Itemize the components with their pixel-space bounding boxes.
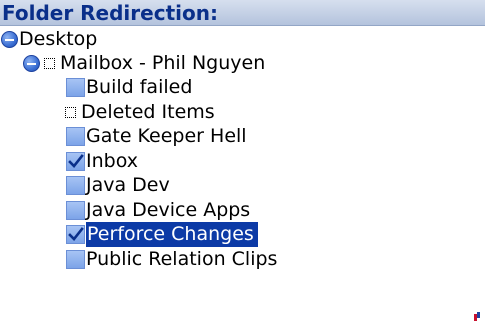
folder-label: Public Relation Clips <box>86 248 278 270</box>
folder-label: Deleted Items <box>81 101 215 123</box>
checkbox-checked[interactable] <box>66 225 85 244</box>
title-bar: Folder Redirection: <box>0 0 485 26</box>
folder-label: Java Device Apps <box>86 199 251 221</box>
folder-item[interactable]: Gate Keeper Hell <box>66 124 247 149</box>
tree-item-mailbox[interactable]: Mailbox - Phil Nguyen <box>23 51 265 76</box>
checkbox[interactable] <box>66 201 85 220</box>
folder-label: Perforce Changes <box>86 222 258 247</box>
folder-item[interactable]: Deleted Items <box>62 100 215 125</box>
collapse-minus-icon[interactable] <box>23 55 40 72</box>
checkbox[interactable] <box>66 250 85 269</box>
folder-item[interactable]: Inbox <box>66 149 138 174</box>
tree-item-desktop[interactable]: Desktop <box>1 27 97 52</box>
folder-placeholder-icon <box>65 107 76 118</box>
tree-item-label: Mailbox - Phil Nguyen <box>60 52 266 74</box>
checkbox[interactable] <box>66 176 85 195</box>
folder-item[interactable]: Java Device Apps <box>66 198 250 223</box>
collapse-minus-icon[interactable] <box>1 31 18 48</box>
check-mark-icon <box>68 154 84 168</box>
page-title: Folder Redirection: <box>2 1 218 25</box>
folder-label: Gate Keeper Hell <box>86 125 247 147</box>
mailbox-placeholder-icon <box>44 58 55 69</box>
checkbox[interactable] <box>66 127 85 146</box>
folder-item[interactable]: Build failed <box>66 75 192 100</box>
folder-label: Build failed <box>86 76 193 98</box>
folder-item[interactable]: Java Dev <box>66 173 170 198</box>
folder-label: Java Dev <box>86 174 170 196</box>
folder-label: Inbox <box>86 150 138 172</box>
tree-item-label: Desktop <box>19 28 98 50</box>
checkbox-checked[interactable] <box>66 152 85 171</box>
folder-item-selected[interactable]: Perforce Changes <box>66 222 258 247</box>
check-mark-icon <box>68 227 84 241</box>
status-indicator-icon <box>474 312 480 321</box>
folder-item[interactable]: Public Relation Clips <box>66 247 277 272</box>
checkbox[interactable] <box>66 78 85 97</box>
